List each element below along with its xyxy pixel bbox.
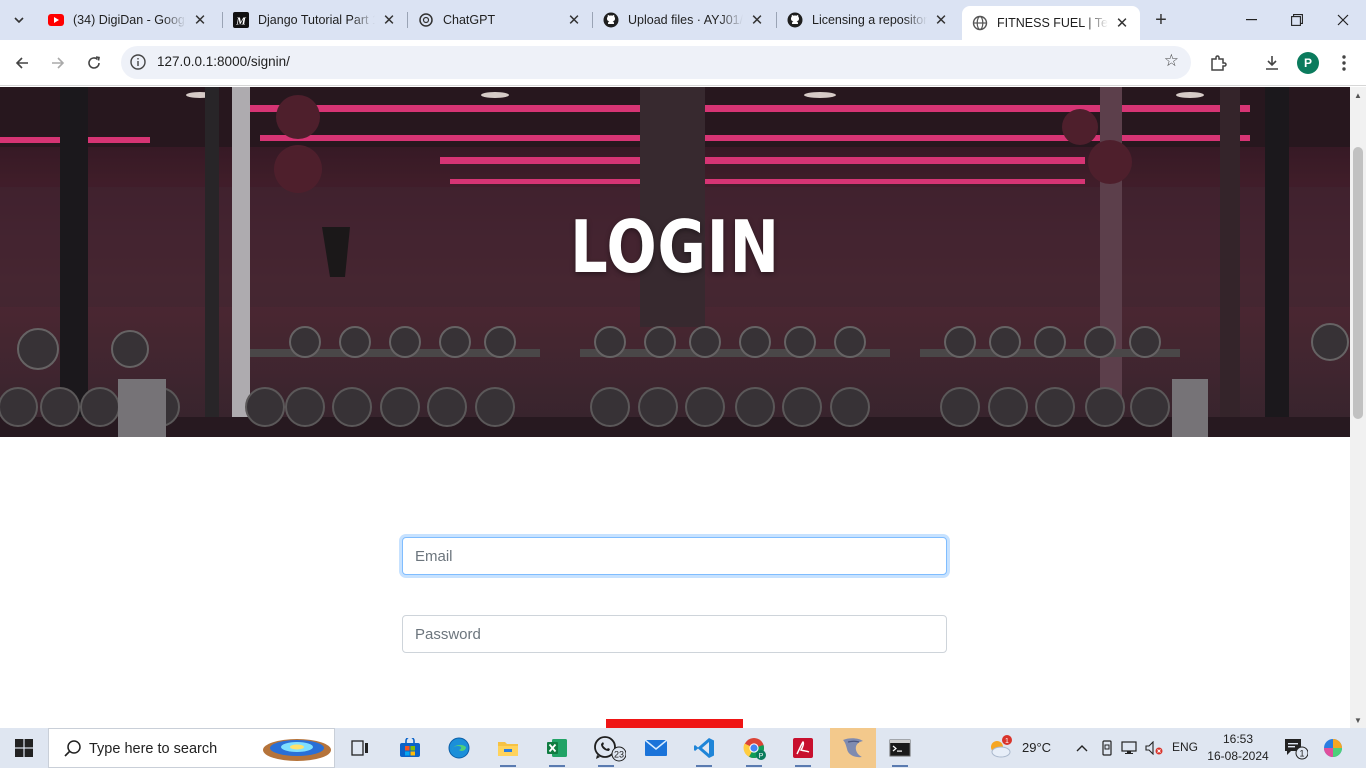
notification-count: 1 bbox=[1299, 749, 1304, 759]
github-icon bbox=[787, 12, 803, 28]
vscode-icon[interactable] bbox=[684, 732, 724, 767]
page-title: LOGIN bbox=[570, 205, 780, 289]
reload-icon[interactable] bbox=[81, 50, 107, 76]
tab-title: (34) DigiDan - Google bbox=[73, 13, 186, 27]
minimize-window-icon[interactable] bbox=[1228, 0, 1274, 40]
site-info-icon[interactable] bbox=[129, 53, 147, 71]
extensions-puzzle-icon[interactable] bbox=[1205, 50, 1231, 76]
active-app-icon[interactable] bbox=[830, 728, 876, 768]
volume-muted-icon[interactable] bbox=[1143, 732, 1165, 764]
close-tab-icon[interactable]: ✕ bbox=[1114, 15, 1130, 32]
close-window-icon[interactable] bbox=[1320, 0, 1366, 40]
browser-tab[interactable]: M Django Tutorial Part 1 ✕ bbox=[223, 6, 407, 34]
edge-browser-icon[interactable] bbox=[439, 732, 479, 764]
browser-tab[interactable]: ChatGPT ✕ bbox=[408, 6, 592, 34]
kebab-menu-icon[interactable] bbox=[1331, 50, 1357, 76]
search-highlight-image bbox=[263, 739, 331, 761]
page-viewport: LOGIN bbox=[0, 87, 1350, 728]
clock-date: 16-08-2024 bbox=[1207, 749, 1269, 763]
gym-hero-image: LOGIN bbox=[0, 87, 1350, 437]
youtube-icon bbox=[48, 12, 64, 28]
tray-chevron-up-icon[interactable] bbox=[1072, 732, 1092, 764]
mail-icon[interactable] bbox=[636, 732, 676, 764]
colorful-tray-app-icon[interactable] bbox=[1318, 732, 1348, 764]
close-tab-icon[interactable]: ✕ bbox=[566, 12, 582, 29]
tab-search-chevron-icon[interactable] bbox=[8, 9, 30, 31]
tab-title: FITNESS FUEL | Temp bbox=[997, 16, 1108, 30]
forward-arrow-icon[interactable] bbox=[45, 50, 71, 76]
browser-tab[interactable]: Upload files · AYJ01/F ✕ bbox=[593, 6, 775, 34]
browser-tab-active[interactable]: FITNESS FUEL | Temp ✕ bbox=[962, 6, 1140, 40]
github-icon bbox=[603, 12, 619, 28]
search-icon bbox=[64, 740, 81, 757]
temperature-text[interactable]: 29°C bbox=[1022, 740, 1051, 755]
excel-icon[interactable] bbox=[537, 732, 577, 767]
whatsapp-icon[interactable]: 23 bbox=[586, 732, 626, 767]
page-scrollbar[interactable]: ▲ ▼ bbox=[1350, 87, 1366, 728]
whatsapp-badge-count: 23 bbox=[614, 750, 624, 760]
address-bar[interactable]: 127.0.0.1:8000/signin/ ☆ bbox=[121, 46, 1191, 79]
search-placeholder: Type here to search bbox=[89, 741, 218, 757]
language-indicator[interactable]: ENG bbox=[1172, 740, 1198, 754]
download-icon[interactable] bbox=[1259, 50, 1285, 76]
browser-tab-strip: (34) DigiDan - Google ✕ M Django Tutoria… bbox=[0, 0, 1366, 40]
terminal-icon[interactable] bbox=[880, 732, 920, 767]
browser-tab[interactable]: (34) DigiDan - Google ✕ bbox=[38, 6, 218, 34]
tab-title: Upload files · AYJ01/F bbox=[628, 13, 743, 27]
scroll-up-arrow-icon[interactable]: ▲ bbox=[1350, 87, 1366, 103]
weather-icon[interactable]: 1 bbox=[985, 732, 1015, 764]
password-input[interactable] bbox=[402, 615, 947, 653]
device-tray-icon[interactable] bbox=[1097, 732, 1117, 764]
clock-time: 16:53 bbox=[1222, 732, 1254, 746]
back-arrow-icon[interactable] bbox=[9, 50, 35, 76]
weather-alert-count: 1 bbox=[1005, 738, 1009, 745]
network-icon[interactable] bbox=[1120, 732, 1140, 764]
globe-icon bbox=[972, 15, 988, 31]
system-clock[interactable]: 16:53 16-08-2024 bbox=[1200, 731, 1276, 765]
close-tab-icon[interactable]: ✕ bbox=[192, 12, 208, 29]
login-submit-button[interactable] bbox=[606, 719, 743, 728]
file-explorer-icon[interactable] bbox=[488, 732, 528, 767]
url-text[interactable]: 127.0.0.1:8000/signin/ bbox=[157, 54, 290, 69]
profile-avatar[interactable]: P bbox=[1297, 52, 1319, 74]
scroll-down-arrow-icon[interactable]: ▼ bbox=[1350, 712, 1366, 728]
bookmark-star-icon[interactable]: ☆ bbox=[1164, 51, 1179, 71]
acrobat-reader-icon[interactable] bbox=[783, 732, 823, 767]
email-input[interactable] bbox=[402, 537, 947, 575]
chrome-icon[interactable]: P bbox=[734, 732, 774, 767]
close-tab-icon[interactable]: ✕ bbox=[749, 12, 765, 29]
tab-title: Django Tutorial Part 1 bbox=[258, 13, 375, 27]
task-view-icon[interactable] bbox=[340, 732, 380, 764]
chatgpt-icon bbox=[418, 12, 434, 28]
windows-start-icon[interactable] bbox=[0, 728, 48, 768]
microsoft-store-icon[interactable] bbox=[390, 732, 430, 764]
windows-taskbar: Type here to search 23 P 1 29°C ENG 16:5… bbox=[0, 728, 1366, 768]
close-tab-icon[interactable]: ✕ bbox=[381, 12, 397, 29]
restore-window-icon[interactable] bbox=[1274, 0, 1320, 40]
tab-title: Licensing a repository bbox=[812, 13, 927, 27]
new-tab-plus-icon[interactable]: + bbox=[1150, 9, 1172, 31]
chrome-profile-badge: P bbox=[759, 753, 764, 760]
medium-icon: M bbox=[233, 12, 249, 28]
close-tab-icon[interactable]: ✕ bbox=[933, 12, 949, 29]
browser-toolbar: 127.0.0.1:8000/signin/ ☆ P bbox=[0, 40, 1366, 86]
scrollbar-thumb[interactable] bbox=[1353, 147, 1363, 419]
notifications-icon[interactable]: 1 bbox=[1282, 732, 1308, 764]
taskbar-search-box[interactable]: Type here to search bbox=[48, 728, 335, 768]
browser-tab[interactable]: Licensing a repository ✕ bbox=[777, 6, 959, 34]
tab-title: ChatGPT bbox=[443, 13, 496, 27]
svg-text:M: M bbox=[235, 16, 247, 28]
